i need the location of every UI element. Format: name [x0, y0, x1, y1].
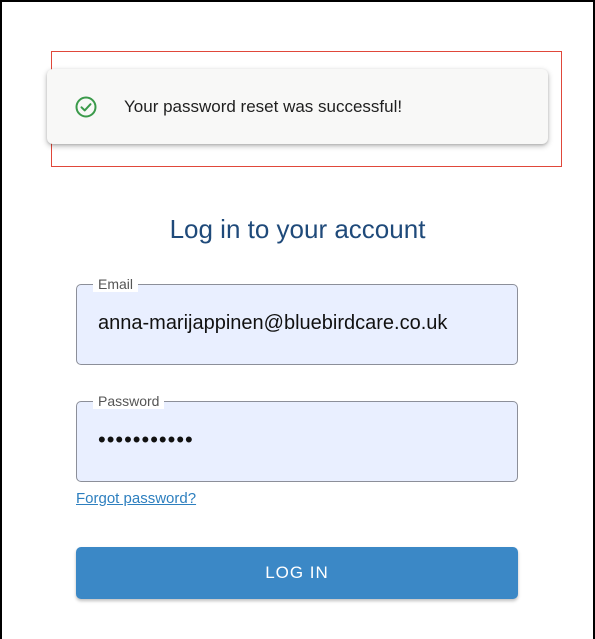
check-circle-icon — [74, 95, 98, 119]
password-input[interactable]: ••••••••••• — [98, 427, 511, 453]
email-field[interactable]: Email anna-marijappinen@bluebirdcare.co.… — [76, 276, 518, 365]
password-field[interactable]: Password ••••••••••• — [76, 393, 518, 482]
forgot-password-link[interactable]: Forgot password? — [76, 490, 196, 507]
success-toast: Your password reset was successful! — [47, 69, 548, 144]
email-label: Email — [93, 276, 139, 292]
page-title: Log in to your account — [169, 214, 426, 244]
password-label: Password — [93, 393, 165, 409]
email-input[interactable]: anna-marijappinen@bluebirdcare.co.uk — [98, 312, 511, 335]
login-button[interactable]: LOG IN — [76, 547, 518, 599]
toast-message: Your password reset was successful! — [124, 96, 403, 116]
